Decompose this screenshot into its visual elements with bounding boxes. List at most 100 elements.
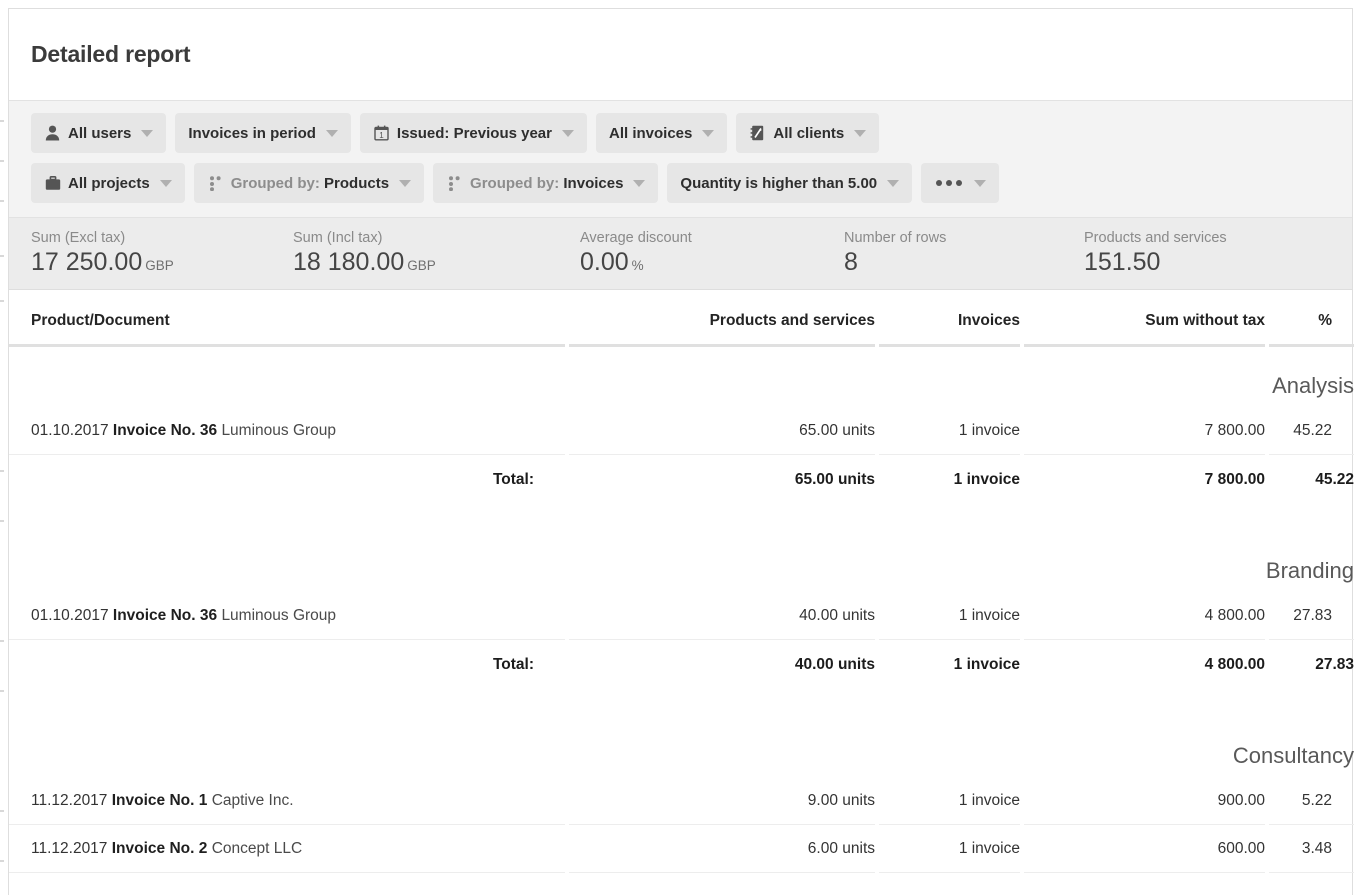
cell-sum-without-tax: 900.00 bbox=[1020, 777, 1267, 825]
cell-invoices: 1 invoice bbox=[875, 777, 1022, 825]
page-title: Detailed report bbox=[31, 41, 191, 67]
filter-all-clients[interactable]: All clients bbox=[736, 113, 880, 153]
summary-value: 18 180.00 GBP bbox=[293, 248, 558, 276]
summary-unit: GBP bbox=[145, 258, 174, 273]
title-bar: Detailed report bbox=[9, 9, 1352, 101]
filter-all-invoices[interactable]: All invoices bbox=[595, 113, 728, 153]
group-icon bbox=[446, 175, 463, 192]
spacer-cell bbox=[9, 504, 1354, 532]
table-row[interactable]: 01.10.2017 Invoice No. 36 Luminous Group… bbox=[9, 407, 1354, 455]
column-product-document[interactable]: Product/Document bbox=[9, 290, 567, 347]
report-card: Detailed report All users Invoices in pe… bbox=[8, 8, 1354, 895]
summary-value: 0.00% bbox=[580, 248, 822, 276]
filter-grouped-by-invoices[interactable]: Grouped by: Invoices bbox=[433, 163, 659, 203]
table-row[interactable]: 01.10.2017 Invoice No. 36 Luminous Group… bbox=[9, 592, 1354, 640]
filter-invoices-in-period[interactable]: Invoices in period bbox=[175, 113, 351, 153]
group-title: Analysis bbox=[1272, 373, 1354, 398]
cell-products-and-services: 40.00 units bbox=[565, 592, 877, 640]
cell-percent: 3.48 bbox=[1265, 824, 1354, 873]
column-invoices[interactable]: Invoices bbox=[875, 290, 1022, 347]
chevron-down-icon bbox=[325, 129, 338, 137]
filter-label: All invoices bbox=[608, 124, 693, 142]
filter-row-2: All projects Grouped by: Products Groupe… bbox=[31, 163, 1352, 203]
total-sum-without-tax: 7 800.00 bbox=[1020, 454, 1267, 504]
cell-percent: 45.22 bbox=[1265, 407, 1354, 455]
column-percent[interactable]: % bbox=[1265, 290, 1354, 347]
cell-invoices: 1 invoice bbox=[875, 592, 1022, 640]
total-label: Total: bbox=[492, 471, 534, 488]
chevron-down-icon bbox=[702, 129, 715, 137]
table-row[interactable]: 11.12.2017 Invoice No. 1 Captive Inc. 9.0… bbox=[9, 777, 1354, 825]
group-total-row: Total: 65.00 units 1 invoice 7 800.00 45.22 bbox=[9, 454, 1354, 504]
total-percent: 27.83 bbox=[1265, 639, 1354, 689]
total-invoices: 1 invoice bbox=[875, 454, 1022, 504]
report-table: Product/Document Products and services I… bbox=[9, 290, 1354, 873]
summary-number: 8 bbox=[844, 248, 858, 276]
total-products-and-services: 65.00 units bbox=[565, 454, 877, 504]
summary-number: 17 250.00 bbox=[31, 248, 143, 276]
summary-label: Products and services bbox=[1084, 230, 1227, 246]
group-title: Branding bbox=[1265, 558, 1354, 583]
filter-issued-period[interactable]: 1 Issued: Previous year bbox=[359, 113, 587, 153]
row-client: Luminous Group bbox=[221, 422, 337, 439]
column-sum-without-tax[interactable]: Sum without tax bbox=[1020, 290, 1267, 347]
row-document-number[interactable]: Invoice No. 1 bbox=[112, 792, 208, 809]
user-icon bbox=[44, 125, 61, 142]
row-document-number[interactable]: Invoice No. 2 bbox=[112, 840, 208, 857]
cell-percent: 27.83 bbox=[1265, 592, 1354, 640]
total-products-and-services: 40.00 units bbox=[565, 639, 877, 689]
chevron-down-icon bbox=[561, 129, 574, 137]
table-body: Analysis 01.10.2017 Invoice No. 36 Lumino… bbox=[9, 346, 1354, 873]
summary-label: Number of rows bbox=[844, 230, 947, 246]
group-icon bbox=[207, 175, 224, 192]
ellipsis-icon bbox=[934, 180, 964, 186]
summary-number: 151.50 bbox=[1084, 248, 1161, 276]
summary-products-and-services: Products and services 151.50 bbox=[1062, 230, 1302, 276]
cell-sum-without-tax: 600.00 bbox=[1020, 824, 1267, 873]
row-client: Captive Inc. bbox=[211, 792, 294, 809]
summary-sum-excl-tax: Sum (Excl tax) 17 250.00 GBP bbox=[9, 230, 271, 276]
chevron-down-icon bbox=[633, 179, 646, 187]
group-header-row: Branding bbox=[9, 532, 1354, 592]
table-row[interactable]: 11.12.2017 Invoice No. 2 Concept LLC 6.00… bbox=[9, 824, 1354, 873]
summary-label: Sum (Incl tax) bbox=[293, 230, 383, 246]
summary-value: 17 250.00 GBP bbox=[31, 248, 271, 276]
row-client: Luminous Group bbox=[221, 607, 337, 624]
cell-products-and-services: 6.00 units bbox=[565, 824, 877, 873]
row-document-number[interactable]: Invoice No. 36 bbox=[113, 607, 217, 624]
filter-more-options[interactable] bbox=[921, 163, 1000, 203]
summary-label: Average discount bbox=[580, 230, 692, 246]
cell-sum-without-tax: 7 800.00 bbox=[1020, 407, 1267, 455]
filter-all-projects[interactable]: All projects bbox=[31, 163, 185, 203]
filter-row-1: All users Invoices in period 1 Issued: P… bbox=[31, 113, 1352, 153]
svg-text:1: 1 bbox=[379, 131, 384, 140]
filter-label-value: Products bbox=[324, 174, 390, 192]
total-percent: 45.22 bbox=[1265, 454, 1354, 504]
group-title: Consultancy bbox=[1232, 743, 1354, 768]
filter-label: All projects bbox=[68, 174, 150, 192]
filter-label: All clients bbox=[773, 124, 845, 142]
chevron-down-icon bbox=[974, 179, 987, 187]
summary-value: 151.50 bbox=[1084, 248, 1302, 276]
group-total-row: Total: 40.00 units 1 invoice 4 800.00 27.83 bbox=[9, 639, 1354, 689]
summary-number-of-rows: Number of rows 8 bbox=[822, 230, 1062, 276]
filter-label-value: Invoices bbox=[563, 174, 624, 192]
summary-sum-incl-tax: Sum (Incl tax) 18 180.00 GBP bbox=[271, 230, 558, 276]
summary-average-discount: Average discount 0.00% bbox=[558, 230, 822, 276]
cell-product-document: 01.10.2017 Invoice No. 36 Luminous Group bbox=[9, 592, 567, 640]
filter-label: Quantity is higher than 5.00 bbox=[680, 174, 878, 192]
filter-all-users[interactable]: All users bbox=[31, 113, 167, 153]
chevron-down-icon bbox=[887, 179, 900, 187]
summary-number: 0.00 bbox=[580, 248, 629, 276]
row-document-number[interactable]: Invoice No. 36 bbox=[113, 422, 217, 439]
column-products-and-services[interactable]: Products and services bbox=[565, 290, 877, 347]
summary-label: Sum (Excl tax) bbox=[31, 230, 126, 246]
filter-grouped-by-products[interactable]: Grouped by: Products bbox=[193, 163, 425, 203]
cell-percent: 5.22 bbox=[1265, 777, 1354, 825]
filter-quantity-condition[interactable]: Quantity is higher than 5.00 bbox=[667, 163, 913, 203]
group-spacer bbox=[9, 689, 1354, 717]
addressbook-icon bbox=[749, 125, 766, 142]
row-date: 11.12.2017 bbox=[31, 792, 108, 809]
group-header-cell: Branding bbox=[9, 532, 1354, 592]
filter-label: All users bbox=[68, 124, 132, 142]
